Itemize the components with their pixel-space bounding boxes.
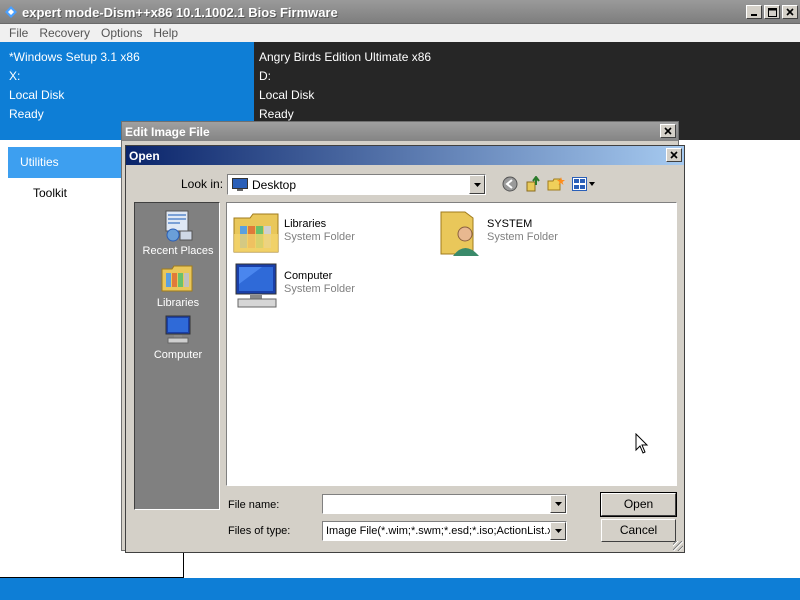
- file-name-label: File name:: [228, 499, 280, 511]
- file-type-label: Files of type:: [228, 525, 291, 537]
- file-name-dropdown-button[interactable]: [550, 495, 566, 513]
- place-label: Libraries: [156, 297, 200, 309]
- libraries-folder-icon: [233, 213, 279, 253]
- computer-icon: [165, 315, 191, 344]
- desktop-icon: [232, 178, 248, 191]
- app-icon: [5, 6, 17, 18]
- back-arrow-icon: [502, 176, 518, 192]
- new-folder-button[interactable]: [546, 175, 566, 193]
- image-name: *Windows Setup 3.1 x86: [9, 50, 140, 64]
- sidebar-item-toolkit[interactable]: Toolkit: [33, 186, 67, 200]
- file-name-combo[interactable]: [322, 494, 567, 514]
- close-button[interactable]: [782, 5, 798, 19]
- file-type-dropdown-button[interactable]: [550, 522, 566, 540]
- up-folder-icon: [526, 176, 540, 192]
- file-type: System Folder: [284, 283, 355, 295]
- file-type-value: Image File(*.wim;*.swm;*.esd;*.iso;Actio…: [326, 525, 551, 537]
- place-computer[interactable]: Computer: [135, 313, 221, 361]
- place-label: Computer: [153, 349, 203, 361]
- file-item-system[interactable]: SYSTEM System Folder: [435, 208, 655, 258]
- menu-recovery[interactable]: Recovery: [39, 26, 90, 40]
- image-drive: D:: [259, 69, 271, 83]
- chevron-down-icon: [554, 529, 562, 533]
- cancel-button[interactable]: Cancel: [601, 519, 676, 542]
- window-controls: [746, 5, 798, 19]
- file-item-libraries[interactable]: Libraries System Folder: [232, 208, 432, 258]
- computer-icon: [235, 263, 277, 308]
- file-type: System Folder: [284, 231, 355, 243]
- menu-bar: File Recovery Options Help: [0, 24, 800, 42]
- main-title-bar: expert mode-Dism++x86 10.1.1002.1 Bios F…: [0, 0, 800, 24]
- minimize-button[interactable]: [746, 5, 762, 19]
- image-name: Angry Birds Edition Ultimate x86: [259, 50, 432, 64]
- open-file-dialog: Open Look in: Desktop Recent Places Libr…: [125, 145, 685, 553]
- image-drive: X:: [9, 69, 21, 83]
- place-recent-places[interactable]: Recent Places: [135, 209, 221, 257]
- menu-file[interactable]: File: [9, 26, 28, 40]
- open-button[interactable]: Open: [600, 492, 677, 517]
- close-icon: [670, 151, 678, 159]
- libraries-icon: [161, 265, 193, 292]
- chevron-down-icon: [554, 502, 562, 506]
- file-list: Libraries System Folder SYSTEM System Fo…: [226, 202, 677, 486]
- places-bar: Recent Places Libraries Computer: [134, 202, 220, 510]
- open-dialog-close-button[interactable]: [666, 148, 682, 162]
- place-label: Recent Places: [142, 245, 214, 257]
- edit-image-dialog-title: Edit Image File: [122, 122, 678, 141]
- place-libraries[interactable]: Libraries: [135, 261, 221, 309]
- view-menu-button[interactable]: [571, 175, 597, 193]
- recent-places-icon: [165, 210, 193, 242]
- up-folder-button[interactable]: [523, 175, 543, 193]
- file-name: Libraries: [284, 218, 327, 230]
- file-name: SYSTEM: [487, 218, 533, 230]
- file-type-select[interactable]: Image File(*.wim;*.swm;*.esd;*.iso;Actio…: [322, 521, 567, 541]
- menu-help[interactable]: Help: [153, 26, 178, 40]
- image-disk: Local Disk: [9, 88, 65, 102]
- chevron-down-icon: [473, 182, 481, 187]
- file-type: System Folder: [487, 231, 558, 243]
- back-button[interactable]: [500, 175, 520, 193]
- look-in-value: Desktop: [252, 178, 297, 192]
- maximize-icon: [767, 7, 777, 17]
- resize-grip[interactable]: [673, 541, 683, 551]
- image-disk: Local Disk: [259, 88, 315, 102]
- look-in-combo[interactable]: Desktop: [227, 174, 486, 195]
- look-in-dropdown-button[interactable]: [469, 175, 485, 194]
- edit-dialog-close-button[interactable]: [660, 124, 676, 138]
- mouse-cursor-icon: [635, 433, 649, 454]
- menu-options[interactable]: Options: [101, 26, 142, 40]
- close-icon: [786, 8, 794, 16]
- look-in-label: Look in:: [181, 177, 224, 191]
- user-folder-icon: [440, 211, 479, 256]
- open-dialog-title: Open: [126, 146, 684, 165]
- status-bar: [0, 578, 800, 600]
- file-name: Computer: [284, 270, 333, 282]
- window-title: expert mode-Dism++x86 10.1.1002.1 Bios F…: [22, 5, 338, 20]
- view-grid-icon: [572, 177, 595, 191]
- maximize-button[interactable]: [764, 5, 780, 19]
- close-icon: [664, 127, 672, 135]
- minimize-icon: [751, 14, 757, 16]
- new-folder-icon: [547, 177, 565, 191]
- file-item-computer[interactable]: Computer System Folder: [232, 260, 432, 310]
